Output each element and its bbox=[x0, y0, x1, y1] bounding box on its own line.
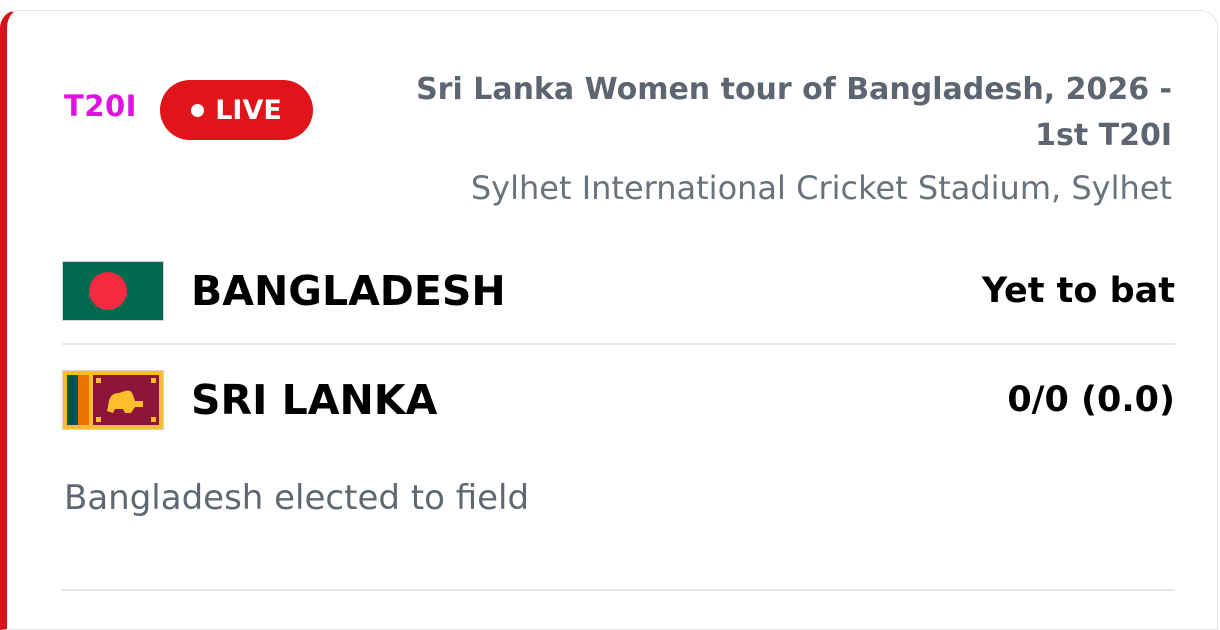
match-card[interactable]: T20I LIVE Sri Lanka Women tour of Bangla… bbox=[0, 10, 1218, 630]
team-row-sri-lanka: SRI LANKA 0/0 (0.0) bbox=[62, 370, 1175, 432]
sri-lanka-flag-icon bbox=[62, 370, 164, 430]
live-badge: LIVE bbox=[160, 80, 313, 140]
live-label: LIVE bbox=[215, 94, 282, 126]
match-status: Bangladesh elected to field bbox=[64, 478, 530, 518]
team-name: BANGLADESH bbox=[191, 267, 506, 315]
team-score: 0/0 (0.0) bbox=[1007, 380, 1175, 420]
live-dot-icon bbox=[191, 103, 205, 117]
team-score: Yet to bat bbox=[981, 271, 1175, 311]
divider bbox=[62, 589, 1175, 591]
team-row-bangladesh: BANGLADESH Yet to bat bbox=[62, 261, 1175, 323]
match-format-badge: T20I bbox=[64, 89, 137, 123]
venue: Sylhet International Cricket Stadium, Sy… bbox=[470, 169, 1172, 207]
series-title: Sri Lanka Women tour of Bangladesh, 2026… bbox=[416, 72, 1172, 153]
team-name: SRI LANKA bbox=[191, 376, 438, 424]
divider bbox=[62, 343, 1175, 345]
bangladesh-flag-icon bbox=[62, 261, 164, 321]
